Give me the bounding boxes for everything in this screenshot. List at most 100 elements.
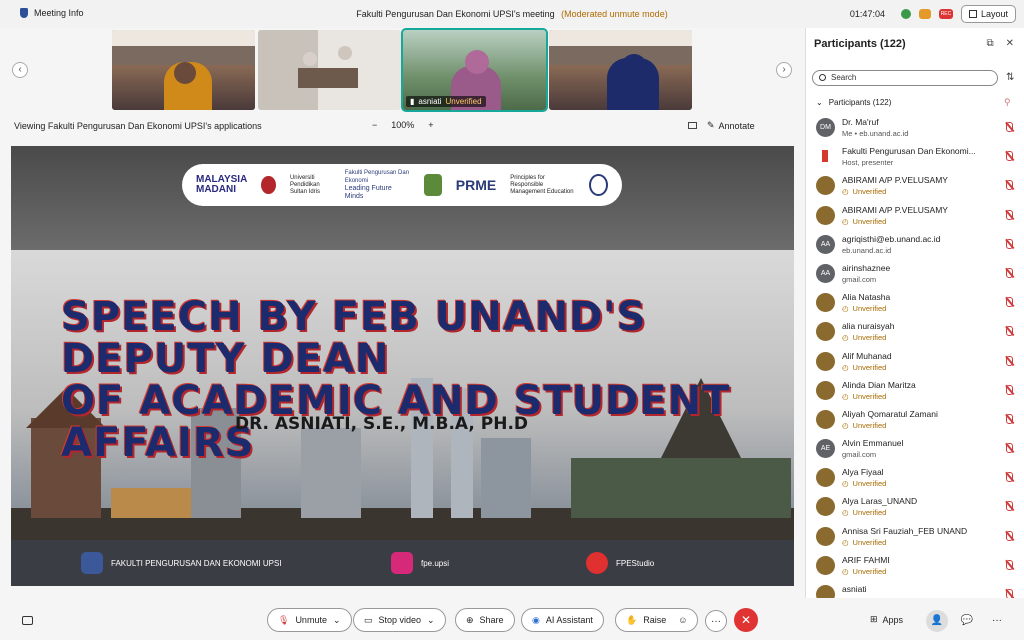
mic-muted-icon[interactable] [1006,122,1013,132]
stop-video-button[interactable]: ▭ Stop video ⌄ [353,608,446,632]
shared-screen[interactable]: MALAYSIA MADANI Universiti Pendidikan Su… [11,146,794,586]
chat-icon[interactable]: 💬 [956,610,978,632]
participant-row[interactable]: Alya Laras_UNAND ◴ Unverified [806,493,1024,522]
meeting-info-button[interactable]: Meeting Info [20,8,84,18]
participant-row[interactable]: ARIF FAHMI ◴ Unverified [806,552,1024,581]
participants-toggle-icon[interactable]: 👤 [926,610,948,632]
participant-row[interactable]: AA agriqisthi@eb.unand.ac.id eb.unand.ac.i… [806,231,1024,260]
participant-name: Dr. Ma'ruf [842,117,879,127]
video-tile[interactable] [112,30,255,110]
participant-row[interactable]: AE Alvin Emmanuel gmail.com [806,435,1024,464]
share-button[interactable]: ⊕ Share [455,608,515,632]
strip-prev-button[interactable]: ‹ [12,62,28,78]
participant-subtitle: ◴ Unverified [842,479,886,488]
subtitle-text: Unverified [852,537,887,547]
mic-muted-icon[interactable] [1006,559,1013,570]
participant-name: Annisa Sri Fauziah_FEB UNAND [842,525,968,536]
participant-row[interactable]: Fakulti Pengurusan Dan Ekonomi... Host, p… [806,143,1024,172]
monitor-icon[interactable] [688,122,697,129]
mic-muted-icon[interactable] [1006,443,1013,454]
mic-muted-icon[interactable] [1006,180,1013,191]
pop-out-icon[interactable]: ⧉ [986,38,993,49]
participant-name: alia nuraisyah [842,321,895,332]
participant-subtitle: ◴ Unverified [842,187,886,196]
annotate-button[interactable]: ✎ Annotate [707,120,755,131]
avatar [816,555,835,575]
logo-text: MADANI [196,184,236,195]
stop-video-label: Stop video [378,615,422,625]
participants-group-header[interactable]: ⌄ Participants (122) [816,98,891,107]
end-call-button[interactable]: ✕ [734,608,758,632]
close-icon[interactable]: ✕ [1006,38,1014,49]
reactions-icon[interactable]: ☺ [678,615,687,625]
participant-row[interactable]: Alia Natasha ◴ Unverified [806,289,1024,318]
apps-grid-icon: ⊞ [870,614,878,624]
participant-name: Alia Natasha [842,292,891,303]
mic-muted-icon[interactable] [1006,472,1013,483]
unmute-label: Unmute [295,615,327,625]
chat-notification-icon[interactable] [918,9,931,19]
unverified-icon: ◴ [842,508,849,518]
more-button[interactable]: ··· [705,610,727,632]
avatar: AA [816,263,835,283]
mic-muted-icon[interactable] [1006,297,1013,308]
mic-muted-icon[interactable] [1006,326,1013,337]
video-tile[interactable] [549,30,692,110]
unmute-button[interactable]: 🎙 Unmute ⌄ [267,608,352,632]
layout-button[interactable]: Layout [960,5,1016,23]
mic-muted-icon[interactable] [1006,238,1013,249]
participant-row[interactable]: AA airinshaznee gmail.com [806,260,1024,289]
share-view-bar: Viewing Fakulti Pengurusan Dan Ekonomi U… [0,114,805,138]
ai-assistant-button[interactable]: ◉ AI Assistant [521,608,604,632]
mic-muted-icon[interactable] [1006,355,1013,366]
participant-row[interactable]: alia nuraisyah ◴ Unverified [806,318,1024,347]
avatar [816,468,835,488]
zoom-in-button[interactable]: + [428,120,433,130]
participant-row[interactable]: Annisa Sri Fauziah_FEB UNAND ◴ Unverified [806,523,1024,552]
participant-subtitle: ◴ Unverified [842,508,886,517]
share-label: Share [479,615,504,625]
participant-row[interactable]: Alinda Dian Maritza ◴ Unverified [806,377,1024,406]
chevron-down-icon[interactable]: ⌄ [333,615,341,626]
participant-name: asniati [418,97,442,106]
mic-muted-icon[interactable] [1006,501,1013,512]
recording-badge[interactable]: REC [938,9,953,19]
mic-muted-icon[interactable] [1006,384,1013,395]
avatar: AE [816,439,835,459]
raise-hand-button[interactable]: ✋ Raise ☺ [615,608,699,632]
slide-headline: SPEECH BY FEB UNAND'S DEPUTY DEAN OF ACA… [61,296,761,464]
video-tile[interactable] [258,30,401,110]
video-tile-active[interactable]: ▮ asniati Unverified [401,28,548,112]
sort-icon[interactable]: ⇅ [1006,72,1014,83]
participant-row[interactable]: DM Dr. Ma'ruf Me • eb.unand.ac.id [806,114,1024,143]
participant-subtitle: ◴ Unverified [842,421,886,430]
participant-subtitle: ◴ Unverified [842,217,886,226]
mic-muted-icon[interactable] [1006,530,1013,541]
strip-next-button[interactable]: › [776,62,792,78]
captions-icon[interactable] [22,616,33,625]
facebook-label: FAKULTI PENGURUSAN DAN EKONOMI UPSI [111,558,282,568]
participant-row[interactable]: Alya Fiyaal ◴ Unverified [806,464,1024,493]
participant-row[interactable]: ABIRAMI A/P P.VELUSAMY ◴ Unverified [806,202,1024,231]
network-icon[interactable] [900,9,911,19]
apps-button[interactable]: ⊞ Apps [870,614,903,625]
subtitle-text: Unverified [852,216,887,226]
participant-row[interactable]: Aliyah Qomaratul Zamani ◴ Unverified [806,406,1024,435]
apps-label: Apps [882,614,904,625]
unverified-icon: ◴ [842,479,849,489]
mute-all-icon[interactable]: ⚲ [1004,97,1011,108]
raise-label: Raise [643,615,667,625]
chevron-down-icon[interactable]: ⌄ [427,615,435,626]
participant-row[interactable]: ABIRAMI A/P P.VELUSAMY ◴ Unverified [806,172,1024,201]
camera-icon: ▭ [364,614,373,625]
mic-muted-icon[interactable] [1006,209,1013,220]
participant-subtitle: ◴ Unverified [842,304,886,313]
mic-muted-icon[interactable] [1006,267,1013,278]
zoom-out-button[interactable]: − [372,120,377,130]
group-header-label: Participants (122) [828,98,892,107]
participant-row[interactable]: Alif Muhanad ◴ Unverified [806,348,1024,377]
mic-muted-icon[interactable] [1006,413,1013,424]
more-options-icon[interactable]: ··· [986,610,1008,632]
mic-muted-icon[interactable] [1006,151,1013,162]
search-input[interactable]: Search [812,70,998,86]
